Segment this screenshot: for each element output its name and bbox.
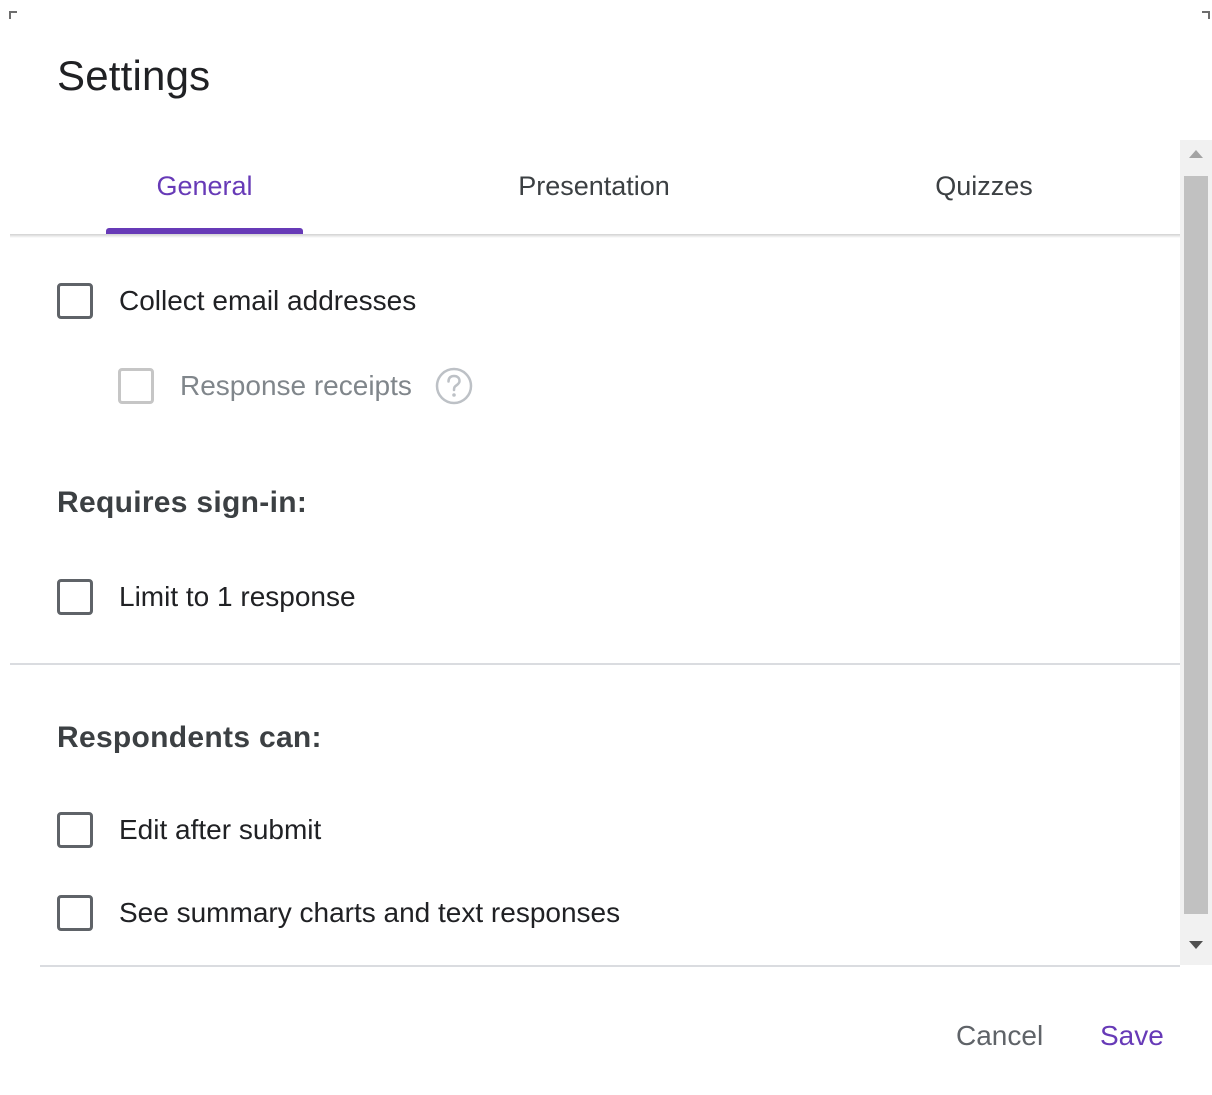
response-receipts-row: Response receipts: [118, 366, 474, 406]
scroll-up-arrow-icon[interactable]: [1189, 150, 1203, 158]
limit-one-response-label: Limit to 1 response: [119, 581, 356, 612]
limit-one-response-checkbox[interactable]: [57, 579, 93, 615]
response-receipts-label: Response receipts: [180, 370, 412, 401]
cancel-button[interactable]: Cancel: [948, 1010, 1051, 1062]
vertical-scrollbar[interactable]: [1180, 140, 1212, 965]
corner-mark: [9, 11, 17, 19]
see-summary-checkbox[interactable]: [57, 895, 93, 931]
tab-presentation[interactable]: Presentation: [400, 140, 788, 232]
help-circle-icon[interactable]: [434, 366, 474, 406]
requires-sign-in-heading: Requires sign-in:: [57, 486, 308, 519]
scroll-down-arrow-icon[interactable]: [1189, 941, 1203, 949]
save-button[interactable]: Save: [1092, 1010, 1172, 1062]
settings-dialog: Settings General Presentation Quizzes Co…: [0, 0, 1212, 1095]
collect-email-checkbox[interactable]: [57, 283, 93, 319]
scrollbar-thumb[interactable]: [1184, 176, 1208, 914]
response-receipts-checkbox: [118, 368, 154, 404]
section-divider: [10, 663, 1180, 665]
see-summary-label: See summary charts and text responses: [119, 897, 621, 928]
edit-after-submit-label: Edit after submit: [119, 814, 322, 845]
edit-after-submit-row: Edit after submit: [57, 812, 321, 848]
collect-email-label: Collect email addresses: [119, 285, 417, 316]
edit-after-submit-checkbox[interactable]: [57, 812, 93, 848]
tab-general[interactable]: General: [106, 140, 303, 232]
tab-quizzes[interactable]: Quizzes: [790, 140, 1178, 232]
corner-mark: [1202, 11, 1210, 19]
see-summary-row: See summary charts and text responses: [57, 895, 620, 931]
limit-one-response-row: Limit to 1 response: [57, 579, 356, 615]
collect-email-row: Collect email addresses: [57, 283, 416, 319]
footer-divider: [40, 965, 1180, 967]
respondents-can-heading: Respondents can:: [57, 721, 322, 754]
dialog-title: Settings: [57, 52, 211, 99]
settings-content: Collect email addresses Response receipt…: [10, 238, 1180, 965]
tab-bar: General Presentation Quizzes: [10, 140, 1180, 236]
